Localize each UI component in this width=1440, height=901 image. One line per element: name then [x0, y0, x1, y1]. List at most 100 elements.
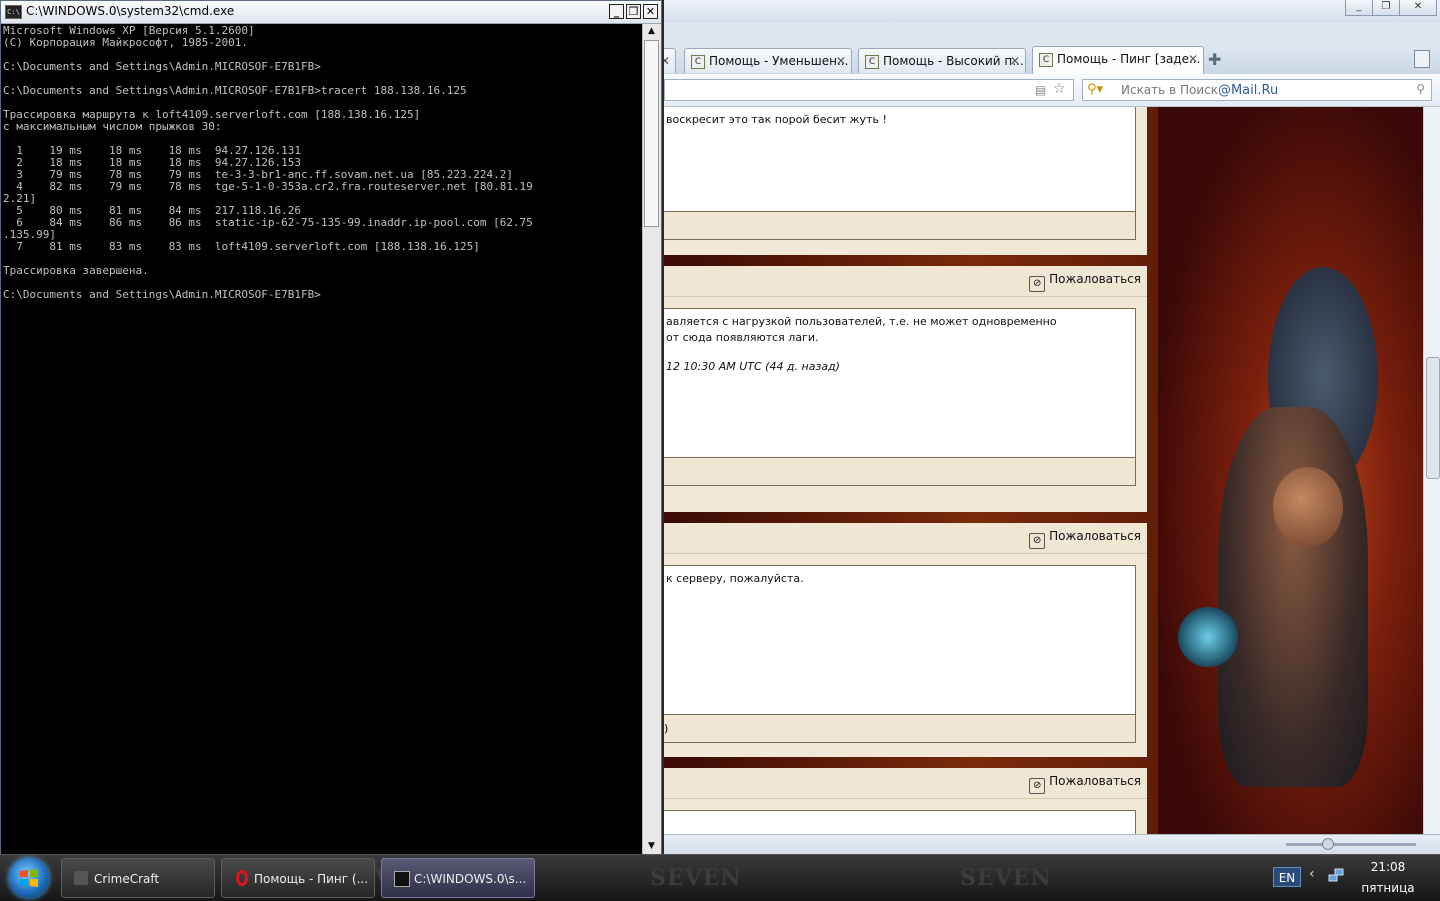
cmd-maximize-button[interactable]: ❐: [626, 4, 641, 19]
browser-restore-button[interactable]: ❐: [1372, 0, 1400, 16]
browser-minimize-button[interactable]: _: [1345, 0, 1373, 16]
tab-close-icon[interactable]: ✕: [1188, 47, 1198, 72]
report-icon: ⊘: [1029, 778, 1046, 794]
tab-label: Помощь - Пинг [заде...: [1057, 52, 1201, 66]
page-scrollbar[interactable]: [1423, 107, 1440, 834]
forum-post: ⊘ Пожаловаться к серверу, пожалуйста. ): [664, 523, 1147, 757]
cmd-titlebar[interactable]: C:\ C:\WINDOWS.0\system32\cmd.exe _ ❐ ✕: [1, 1, 661, 24]
browser-titlebar: _ ❐ ✕: [664, 0, 1440, 22]
emblem-figure: [1178, 607, 1238, 667]
post-body: воскресит это так порой бесит жуть !: [664, 107, 1136, 212]
forum-post: ⊘ Пожаловаться: [664, 768, 1147, 834]
post-body: [664, 810, 1136, 834]
wallpaper-watermark: SEVEN: [960, 865, 1052, 891]
tab-strip: ✕ C Помощь - Уменьшен... ✕ C Помощь - Вы…: [664, 44, 1440, 74]
navigation-bar: ▤ ☆ ⚲▾ Искать в Поиск@Mail.Ru ⚲: [664, 74, 1440, 107]
zoom-slider-handle[interactable]: [1322, 838, 1334, 850]
taskbar-button-label: CrimeCraft: [94, 872, 160, 886]
tab-close-icon[interactable]: ✕: [836, 49, 846, 73]
new-tab-icon[interactable]: ✚: [1208, 50, 1221, 69]
browser-window: _ ❐ ✕ ✕ C Помощь - Уменьшен... ✕ C Помощ…: [664, 0, 1440, 854]
bookmark-star-icon[interactable]: ☆: [1053, 81, 1066, 97]
forum-post: воскресит это так порой бесит жуть !: [664, 107, 1147, 255]
report-button[interactable]: ⊘ Пожаловаться: [1029, 774, 1141, 794]
language-indicator[interactable]: EN: [1273, 867, 1301, 887]
taskbar-button-crimecraft[interactable]: CrimeCraft: [61, 858, 215, 898]
post-body: к серверу, пожалуйста.: [664, 565, 1136, 715]
network-icon[interactable]: [1328, 867, 1344, 885]
wallpaper-watermark: SEVEN: [650, 865, 742, 891]
taskbar-button-browser[interactable]: Помощь - Пинг (...: [221, 858, 375, 898]
character-face: [1273, 467, 1343, 547]
tab-close-icon[interactable]: ✕: [1010, 49, 1020, 73]
scrollbar-thumb[interactable]: [644, 40, 659, 227]
taskbar: SEVEN SEVEN SEVEN CrimeCraft Помощь - Пи…: [0, 854, 1440, 901]
report-label: Пожаловаться: [1049, 774, 1141, 788]
cmd-app-icon: [394, 871, 410, 887]
post-text: воскресит это так порой бесит жуть !: [666, 113, 887, 126]
search-icon[interactable]: ⚲: [1416, 82, 1425, 96]
report-label: Пожаловаться: [1049, 529, 1141, 543]
post-footer: ): [664, 715, 1136, 743]
trash-icon[interactable]: [1414, 50, 1430, 68]
cmd-close-button[interactable]: ✕: [643, 4, 658, 19]
forum-post: ⊘ Пожаловаться авляется с нагрузкой польз…: [664, 266, 1147, 512]
browser-close-button[interactable]: ✕: [1399, 0, 1437, 16]
clock-day[interactable]: пятница: [1358, 881, 1418, 895]
report-icon: ⊘: [1029, 533, 1046, 549]
post-header: ⊘ Пожаловаться: [664, 266, 1147, 297]
tab-label: Помощь - Высокий п...: [883, 54, 1024, 68]
site-favicon-icon: C: [865, 55, 879, 69]
cmd-minimize-button[interactable]: _: [609, 4, 624, 19]
cmd-window: C:\ C:\WINDOWS.0\system32\cmd.exe _ ❐ ✕ …: [0, 0, 662, 855]
zoom-slider[interactable]: [1286, 843, 1416, 846]
cmd-line: Трассировка завершена.: [3, 264, 149, 277]
post-text: от сюда появляются лаги.: [666, 331, 819, 344]
tab-label: Помощь - Уменьшен...: [709, 54, 849, 68]
cmd-line: C:\Documents and Settings\Admin.MICROSOF…: [3, 288, 321, 301]
cmd-scrollbar[interactable]: ▲ ▼: [642, 24, 661, 854]
report-button[interactable]: ⊘ Пожаловаться: [1029, 272, 1141, 292]
game-app-icon: [74, 871, 88, 885]
post-header: ⊘ Пожаловаться: [664, 768, 1147, 799]
post-edit-timestamp: 12 10:30 AM UTC (44 д. назад): [666, 360, 840, 373]
cmd-line: 6 84 ms 86 ms 86 ms static-ip-62-75-135-…: [3, 216, 533, 229]
cmd-app-icon: C:\: [5, 5, 22, 19]
tab-scroll-left[interactable]: ✕: [664, 48, 676, 73]
post-body: авляется с нагрузкой пользователей, т.е.…: [664, 308, 1136, 458]
clock-time[interactable]: 21:08: [1360, 860, 1416, 874]
taskbar-button-cmd[interactable]: C:\WINDOWS.0\s...: [381, 858, 535, 898]
search-engine-icon[interactable]: ⚲▾: [1087, 82, 1103, 97]
scrollbar-thumb[interactable]: [1426, 357, 1440, 479]
address-input[interactable]: ▤ ☆: [664, 79, 1074, 101]
browser-status-bar: [664, 834, 1440, 854]
site-favicon-icon: C: [1039, 53, 1053, 67]
tab-item[interactable]: C Помощь - Уменьшен... ✕: [684, 48, 852, 73]
search-placeholder: Искать в Поиск: [1121, 83, 1218, 97]
cmd-line: 7 81 ms 83 ms 83 ms loft4109.serverloft.…: [3, 240, 480, 253]
post-header: ⊘ Пожаловаться: [664, 523, 1147, 554]
start-button[interactable]: [9, 858, 49, 898]
scroll-down-icon[interactable]: ▼: [644, 839, 659, 854]
post-footer: [664, 212, 1136, 240]
tab-item-active[interactable]: C Помощь - Пинг [заде... ✕: [1032, 46, 1204, 74]
taskbar-button-label: Помощь - Пинг (...: [254, 872, 369, 886]
tab-item[interactable]: C Помощь - Высокий п... ✕: [858, 48, 1026, 73]
show-hidden-icons-chevron-icon[interactable]: ‹: [1309, 866, 1315, 882]
cmd-output[interactable]: Microsoft Windows XP [Версия 5.1.2600] (С…: [3, 25, 643, 853]
forum-page: воскресит это так порой бесит жуть ! ⊘ По…: [664, 107, 1440, 834]
search-brand: @Mail.Ru: [1217, 83, 1279, 98]
rss-icon[interactable]: ▤: [1035, 83, 1046, 97]
game-artwork-image: [1158, 107, 1423, 834]
cmd-line: (С) Корпорация Майкрософт, 1985-2001.: [3, 36, 249, 49]
post-text: авляется с нагрузкой пользователей, т.е.…: [666, 315, 1057, 328]
cmd-line: 4 82 ms 79 ms 78 ms tge-5-1-0-353a.cr2.f…: [3, 180, 533, 193]
search-input[interactable]: ⚲▾ Искать в Поиск@Mail.Ru ⚲: [1082, 79, 1432, 101]
post-text: к серверу, пожалуйста.: [666, 572, 804, 585]
taskbar-button-label: C:\WINDOWS.0\s...: [414, 872, 527, 886]
scroll-up-icon[interactable]: ▲: [644, 24, 659, 39]
character-figure: [1218, 407, 1368, 787]
report-button[interactable]: ⊘ Пожаловаться: [1029, 529, 1141, 549]
cmd-line: с максимальным числом прыжков 30:: [3, 120, 222, 133]
report-label: Пожаловаться: [1049, 272, 1141, 286]
